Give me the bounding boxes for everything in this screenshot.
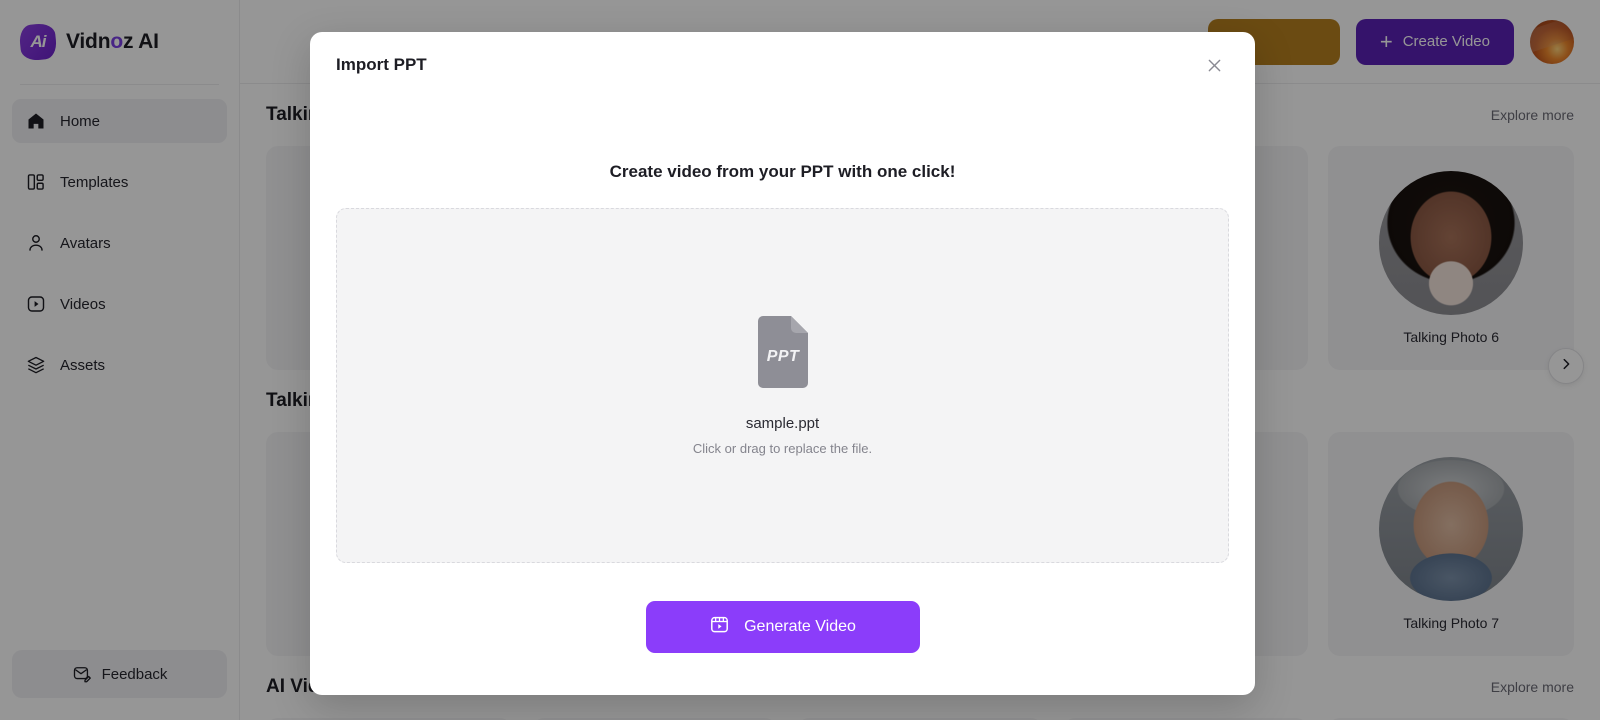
app-root: Ai Vidnoz AI Home Templates Avatars Vide…: [0, 0, 1600, 720]
svg-text:PPT: PPT: [766, 348, 799, 365]
modal-footer: Generate Video: [336, 563, 1229, 689]
generate-video-button[interactable]: Generate Video: [645, 601, 920, 653]
import-ppt-modal: Import PPT Create video from your PPT wi…: [310, 32, 1255, 695]
uploaded-file-name: sample.ppt: [745, 415, 820, 432]
modal-title: Import PPT: [336, 55, 427, 74]
close-icon[interactable]: [1199, 50, 1229, 80]
modal-header: Import PPT: [310, 32, 1255, 98]
ppt-dropzone[interactable]: PPT sample.ppt Click or drag to replace …: [336, 208, 1229, 563]
generate-video-label: Generate Video: [744, 618, 856, 635]
modal-body: Create video from your PPT with one clic…: [310, 98, 1255, 695]
modal-lead-text: Create video from your PPT with one clic…: [609, 162, 956, 181]
dropzone-hint: Click or drag to replace the file.: [692, 441, 873, 456]
ppt-file-icon: PPT: [753, 315, 813, 389]
video-frame-icon: [709, 614, 730, 640]
